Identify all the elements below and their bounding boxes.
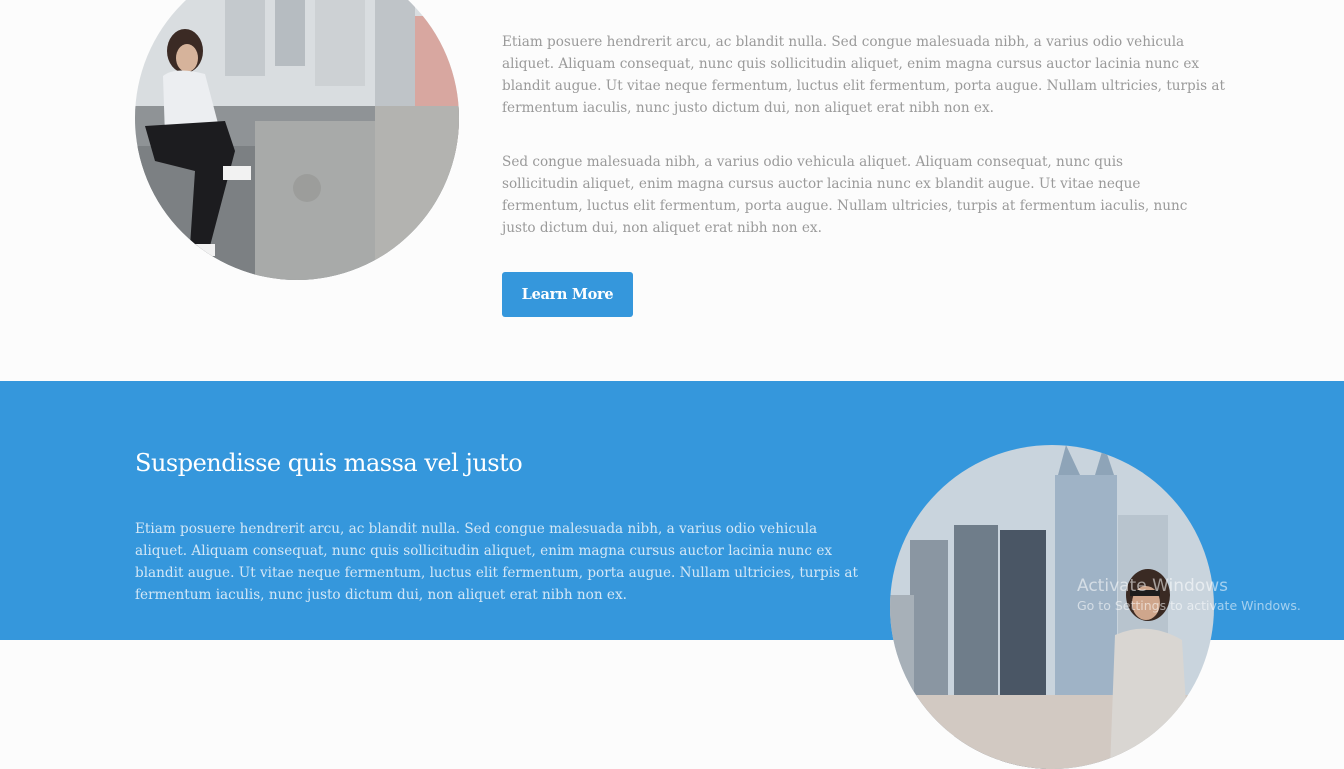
woman-skyline-photo [890,445,1214,769]
section-paragraph: Etiam posuere hendrerit arcu, ac blandit… [135,521,858,603]
learn-more-button[interactable]: Learn More [502,272,633,317]
detail-paragraph: Sed congue malesuada nibh, a varius odio… [502,154,1188,236]
section-heading: Suspendisse quis massa vel justo [135,449,523,477]
intro-paragraph: Etiam posuere hendrerit arcu, ac blandit… [502,34,1225,116]
